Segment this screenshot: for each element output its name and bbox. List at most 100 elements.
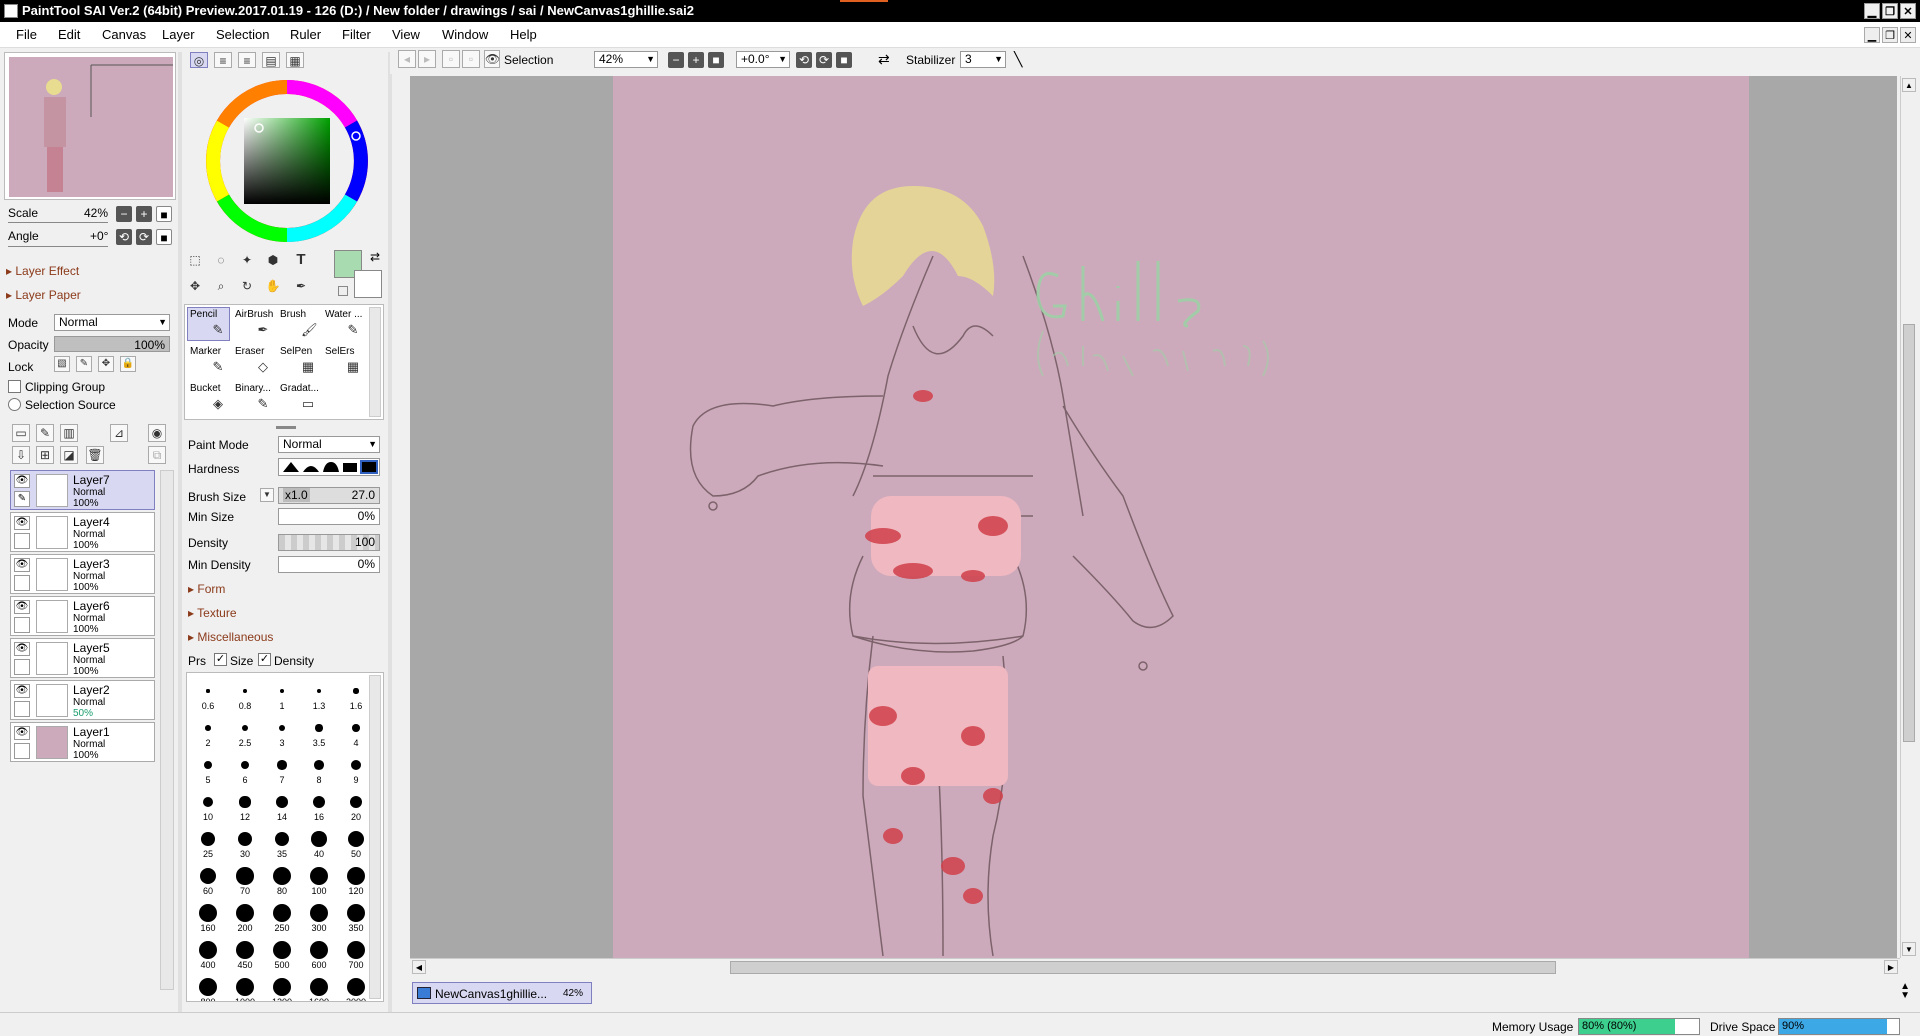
tool-pencil[interactable]: Pencil ✎ bbox=[187, 307, 230, 341]
scratchpad-icon[interactable]: ▦ bbox=[286, 52, 304, 68]
transform-icon[interactable]: ⊿ bbox=[110, 424, 128, 442]
brush-size-dot[interactable] bbox=[310, 867, 328, 885]
vertical-scroll-thumb[interactable] bbox=[1903, 324, 1915, 742]
rotate-left-icon[interactable]: ⟲ bbox=[116, 229, 132, 245]
layer-name[interactable]: Layer3 bbox=[73, 557, 110, 571]
brush-size-dot[interactable] bbox=[278, 724, 286, 732]
eye-icon[interactable]: 👁 bbox=[14, 558, 30, 572]
mdi-close-button[interactable]: ✕ bbox=[1900, 27, 1916, 43]
selection-source-radio[interactable] bbox=[8, 398, 21, 411]
brush-size-dot[interactable] bbox=[243, 689, 247, 693]
brush-size-dot[interactable] bbox=[273, 978, 291, 996]
brush-size-dropdown[interactable]: ▼ bbox=[260, 488, 274, 502]
canvas-vertical-scrollbar[interactable]: ▲ ▼ bbox=[1900, 76, 1917, 958]
text-icon[interactable]: T bbox=[292, 252, 310, 270]
brush-size-dot[interactable] bbox=[236, 941, 254, 959]
magic-wand-icon[interactable]: ✦ bbox=[238, 252, 256, 270]
hsv-sliders-icon[interactable]: ≡ bbox=[238, 52, 256, 68]
tool-airbrush[interactable]: AirBrush ✒ bbox=[232, 307, 275, 341]
brush-size-grid-scrollbar[interactable] bbox=[369, 675, 381, 999]
brush-size-dot[interactable] bbox=[316, 688, 322, 694]
menu-edit[interactable]: Edit bbox=[56, 22, 82, 48]
brush-size-dot[interactable] bbox=[236, 904, 254, 922]
brush-size-dot[interactable] bbox=[236, 867, 254, 885]
zoom-out-button[interactable]: − bbox=[116, 206, 132, 222]
menu-selection[interactable]: Selection bbox=[214, 22, 271, 48]
layer-lock-icon[interactable] bbox=[14, 701, 30, 717]
color-wheel-icon[interactable]: ◎ bbox=[190, 52, 208, 68]
layer-name[interactable]: Layer1 bbox=[73, 725, 110, 739]
toolbar-rotate-reset-button[interactable]: ■ bbox=[836, 52, 852, 68]
layer-item[interactable]: 👁 Layer2 Normal 50% bbox=[10, 680, 155, 720]
brush-size-dot[interactable] bbox=[349, 795, 363, 809]
opacity-slider[interactable]: 100% bbox=[54, 336, 170, 352]
menu-view[interactable]: View bbox=[390, 22, 422, 48]
brush-size-dot[interactable] bbox=[276, 796, 288, 808]
layer-list[interactable]: 👁 ✎ Layer7 Normal 100% 👁 Layer4 Normal 100% 👁 Laye… bbox=[10, 470, 155, 950]
horizontal-scroll-thumb[interactable] bbox=[730, 961, 1556, 974]
menu-help[interactable]: Help bbox=[508, 22, 539, 48]
brush-size-dot[interactable] bbox=[310, 941, 328, 959]
flip-icon[interactable]: ⇄ bbox=[878, 51, 890, 68]
layer-item[interactable]: 👁 Layer3 Normal 100% bbox=[10, 554, 155, 594]
toolbar-zoom-out-button[interactable]: − bbox=[668, 52, 684, 68]
menu-filter[interactable]: Filter bbox=[340, 22, 373, 48]
blend-mode-select[interactable]: Normal ▼ bbox=[54, 314, 170, 331]
brush-size-dot[interactable] bbox=[201, 832, 215, 846]
brush-size-dot[interactable] bbox=[310, 904, 328, 922]
toolbar-zoom-in-button[interactable]: + bbox=[688, 52, 704, 68]
rotate-right-icon[interactable]: ⟳ bbox=[136, 229, 152, 245]
form-link[interactable]: ▸ Form bbox=[188, 582, 225, 596]
brush-size-dot[interactable] bbox=[277, 760, 287, 770]
shape-icon[interactable]: ⬢ bbox=[264, 252, 282, 270]
brush-size-dot[interactable] bbox=[241, 724, 249, 732]
angle-slider[interactable] bbox=[8, 246, 108, 247]
layer-list-scrollbar[interactable] bbox=[160, 470, 174, 990]
lock-all-icon[interactable]: 🔒 bbox=[120, 356, 136, 372]
zoom-icon[interactable]: ⌕ bbox=[212, 278, 230, 296]
eye-icon[interactable]: 👁 bbox=[14, 726, 30, 740]
clear-layer-icon[interactable]: ◪ bbox=[60, 446, 78, 464]
brush-size-dot[interactable] bbox=[347, 867, 365, 885]
trash-icon[interactable]: 🗑 bbox=[86, 446, 104, 464]
brush-size-dot[interactable] bbox=[199, 904, 217, 922]
brush-size-dot[interactable] bbox=[315, 724, 323, 732]
brush-size-dot[interactable] bbox=[202, 796, 214, 808]
scroll-up-icon[interactable]: ▲ bbox=[1902, 78, 1916, 92]
toolbar-rotate-left-icon[interactable]: ⟲ bbox=[796, 52, 812, 68]
canvas-horizontal-scrollbar[interactable]: ◀ ▶ bbox=[410, 958, 1900, 976]
paint-mode-select[interactable]: Normal ▼ bbox=[278, 436, 380, 453]
layer-lock-icon[interactable] bbox=[14, 659, 30, 675]
zoom-in-button[interactable]: + bbox=[136, 206, 152, 222]
brush-size-dot[interactable] bbox=[347, 904, 365, 922]
stabilizer-select[interactable]: 3 ▼ bbox=[960, 51, 1006, 68]
color-wheel[interactable] bbox=[204, 78, 370, 244]
layer-item[interactable]: 👁 Layer1 Normal 100% bbox=[10, 722, 155, 762]
tool-marker[interactable]: Marker ✎ bbox=[187, 344, 230, 378]
layer-paper-link[interactable]: ▸ Layer Paper bbox=[6, 288, 81, 302]
brush-size-dot[interactable] bbox=[273, 867, 291, 885]
tool-grid-scrollbar[interactable] bbox=[369, 307, 381, 417]
brush-size-dot[interactable] bbox=[353, 688, 359, 694]
density-slider[interactable]: 100 bbox=[278, 534, 380, 551]
brush-size-dot[interactable] bbox=[314, 760, 324, 770]
texture-link[interactable]: ▸ Texture bbox=[188, 606, 237, 620]
eye-icon[interactable]: 👁 bbox=[484, 50, 500, 68]
brush-size-dot[interactable] bbox=[350, 759, 362, 771]
min-size-slider[interactable]: 0% bbox=[278, 508, 380, 525]
deselect-icon[interactable]: ▫ bbox=[442, 50, 460, 68]
eye-icon[interactable]: 👁 bbox=[14, 600, 30, 614]
navigator-panel[interactable] bbox=[4, 52, 176, 200]
menu-window[interactable]: Window bbox=[440, 22, 490, 48]
panel-splitter-2[interactable] bbox=[388, 52, 392, 1012]
layer-mask-icon[interactable]: ◉ bbox=[148, 424, 166, 442]
new-folder-icon[interactable]: ▥ bbox=[60, 424, 78, 442]
brush-size-dot[interactable] bbox=[279, 688, 285, 694]
tool-gradat[interactable]: Gradat... ▭ bbox=[277, 381, 320, 415]
pressure-density-checkbox[interactable]: ✓ bbox=[258, 653, 271, 666]
brush-size-dot[interactable] bbox=[239, 796, 251, 808]
brush-size-dot[interactable] bbox=[273, 941, 291, 959]
secondary-color-swatch[interactable] bbox=[354, 270, 382, 298]
brush-size-dot[interactable] bbox=[199, 978, 217, 996]
eye-icon[interactable]: 👁 bbox=[14, 642, 30, 656]
